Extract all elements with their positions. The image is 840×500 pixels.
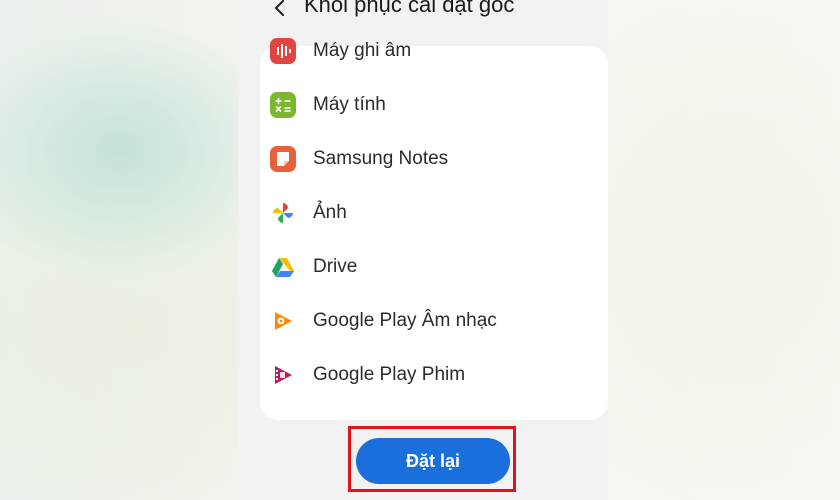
google-drive-icon bbox=[270, 254, 296, 280]
list-item-drive[interactable]: Drive bbox=[260, 240, 608, 294]
list-item-play-music[interactable]: Google Play Âm nhạc bbox=[260, 294, 608, 348]
app-label: Google Play Phim bbox=[313, 364, 466, 385]
app-label: Máy ghi âm bbox=[313, 40, 412, 61]
list-item-calculator[interactable]: Máy tính bbox=[260, 78, 608, 132]
google-photos-icon bbox=[270, 200, 296, 226]
list-item-photos[interactable]: Ảnh bbox=[260, 186, 608, 240]
phone-screen: Khôi phục cài đặt gốc Máy ghi âm Máy tín… bbox=[238, 0, 608, 500]
voice-recorder-icon bbox=[270, 38, 296, 64]
back-icon[interactable] bbox=[270, 0, 290, 18]
reset-button[interactable]: Đặt lại bbox=[356, 438, 510, 484]
google-play-movies-icon bbox=[270, 362, 296, 388]
list-item-voice-recorder[interactable]: Máy ghi âm bbox=[260, 24, 608, 78]
list-item-samsung-notes[interactable]: Samsung Notes bbox=[260, 132, 608, 186]
app-label: Ảnh bbox=[313, 202, 347, 223]
google-play-music-icon bbox=[270, 308, 296, 334]
app-label: Máy tính bbox=[313, 94, 386, 115]
list-item-play-movies[interactable]: Google Play Phim bbox=[260, 348, 608, 402]
app-label: Samsung Notes bbox=[313, 148, 449, 169]
app-list: Máy ghi âm Máy tính Samsung Notes Ảnh Dr… bbox=[260, 38, 608, 420]
app-label: Drive bbox=[313, 256, 358, 277]
app-label: Google Play Âm nhạc bbox=[313, 310, 497, 331]
page-title: Khôi phục cài đặt gốc bbox=[304, 0, 515, 17]
samsung-notes-icon bbox=[270, 146, 296, 172]
calculator-icon bbox=[270, 92, 296, 118]
